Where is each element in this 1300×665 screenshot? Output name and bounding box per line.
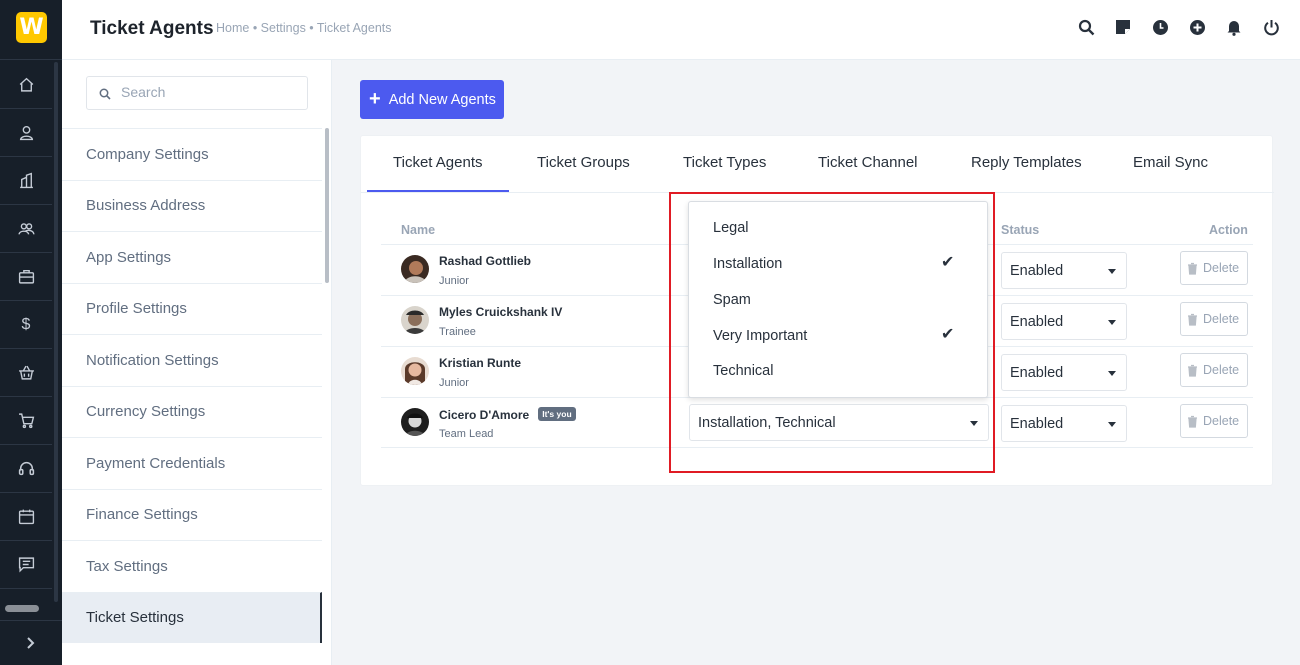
- briefcase-icon[interactable]: [0, 253, 52, 301]
- bell-icon[interactable]: [1225, 18, 1243, 36]
- menu-item-finance-settings[interactable]: Finance Settings: [62, 488, 322, 541]
- plus-icon: +: [369, 87, 381, 110]
- settings-tabs: Ticket Agents Ticket Groups Ticket Types…: [361, 136, 1274, 193]
- tab-ticket-agents[interactable]: Ticket Agents: [367, 154, 508, 192]
- breadcrumb: Home • Settings • Ticket Agents: [216, 21, 392, 35]
- dollar-glyph: $: [21, 315, 31, 333]
- home-icon[interactable]: [0, 61, 52, 109]
- status-select[interactable]: Enabled: [1001, 303, 1127, 340]
- status-value: Enabled: [1010, 415, 1064, 432]
- calendar-icon[interactable]: [0, 493, 52, 541]
- trash-icon: [1188, 313, 1197, 326]
- caret-down-icon: [1108, 269, 1116, 274]
- add-new-agents-button[interactable]: + Add New Agents: [360, 80, 504, 119]
- menu-item-payment-credentials[interactable]: Payment Credentials: [62, 437, 322, 489]
- menu-item-company-settings[interactable]: Company Settings: [62, 128, 322, 180]
- search-icon: [99, 88, 111, 100]
- status-value: Enabled: [1010, 262, 1064, 279]
- caret-down-icon: [1108, 371, 1116, 376]
- tab-reply-templates[interactable]: Reply Templates: [971, 154, 1082, 171]
- trash-icon: [1188, 415, 1197, 428]
- plus-circle-icon[interactable]: [1188, 18, 1206, 36]
- tab-ticket-types[interactable]: Ticket Types: [683, 154, 766, 171]
- search-input[interactable]: [121, 84, 291, 100]
- user-icon[interactable]: [0, 109, 52, 157]
- agent-name: Rashad Gottlieb: [439, 254, 532, 268]
- header-actions: [1077, 18, 1280, 36]
- menu-item-business-address[interactable]: Business Address: [62, 179, 322, 232]
- column-header-action: Action: [1209, 223, 1248, 237]
- search-icon[interactable]: [1077, 18, 1095, 36]
- tab-email-sync[interactable]: Email Sync: [1133, 154, 1208, 171]
- status-value: Enabled: [1010, 364, 1064, 381]
- column-header-status: Status: [1001, 223, 1040, 237]
- dollar-icon[interactable]: $: [0, 301, 52, 349]
- clock-icon[interactable]: [1151, 18, 1169, 36]
- tab-ticket-channel[interactable]: Ticket Channel: [818, 154, 918, 171]
- chevron-right-icon: [27, 637, 35, 649]
- rail-scrollbar[interactable]: [54, 62, 58, 602]
- avatar: [401, 357, 429, 385]
- delete-button[interactable]: Delete: [1180, 404, 1248, 438]
- its-you-badge: It's you: [538, 407, 576, 421]
- app-logo[interactable]: W: [0, 0, 62, 60]
- caret-down-icon: [1108, 320, 1116, 325]
- menu-item-ticket-settings[interactable]: Ticket Settings: [62, 591, 322, 643]
- agent-role: Junior: [439, 275, 469, 287]
- building-icon[interactable]: [0, 157, 52, 205]
- column-header-name: Name: [401, 223, 436, 237]
- delete-label: Delete: [1203, 312, 1240, 326]
- trash-icon: [1188, 364, 1197, 377]
- basket-icon[interactable]: [0, 349, 52, 397]
- delete-label: Delete: [1203, 261, 1240, 275]
- delete-button[interactable]: Delete: [1180, 353, 1248, 387]
- menu-item-tax-settings[interactable]: Tax Settings: [62, 540, 322, 592]
- settings-menu: Company Settings Business Address App Se…: [62, 128, 322, 643]
- status-select[interactable]: Enabled: [1001, 252, 1127, 289]
- expand-sidebar-button[interactable]: [0, 620, 62, 665]
- agent-name: Kristian Runte: [439, 356, 522, 370]
- settings-scrollbar[interactable]: [325, 128, 329, 283]
- avatar: [401, 408, 429, 436]
- status-select[interactable]: Enabled: [1001, 405, 1127, 442]
- menu-item-notification-settings[interactable]: Notification Settings: [62, 334, 322, 386]
- icon-rail: W $: [0, 0, 62, 665]
- trash-icon: [1188, 262, 1197, 275]
- page-title: Ticket Agents: [90, 18, 214, 39]
- delete-label: Delete: [1203, 414, 1240, 428]
- status-select[interactable]: Enabled: [1001, 354, 1127, 391]
- users-icon[interactable]: [0, 205, 52, 253]
- delete-button[interactable]: Delete: [1180, 302, 1248, 336]
- avatar: [401, 255, 429, 283]
- rail-horizontal-scrollbar[interactable]: [5, 605, 39, 612]
- menu-item-profile-settings[interactable]: Profile Settings: [62, 282, 322, 335]
- logo-mark[interactable]: W: [16, 12, 47, 43]
- agent-role: Trainee: [439, 326, 476, 338]
- menu-item-app-settings[interactable]: App Settings: [62, 231, 322, 283]
- cart-icon[interactable]: [0, 397, 52, 445]
- delete-button[interactable]: Delete: [1180, 251, 1248, 285]
- agent-name: Myles Cruickshank IV: [439, 305, 563, 319]
- power-icon[interactable]: [1262, 18, 1280, 36]
- headset-icon[interactable]: [0, 445, 52, 493]
- top-header: Ticket Agents Home • Settings • Ticket A…: [62, 0, 1300, 60]
- tab-ticket-groups[interactable]: Ticket Groups: [537, 154, 630, 171]
- delete-label: Delete: [1203, 363, 1240, 377]
- add-button-label: Add New Agents: [388, 91, 496, 108]
- menu-item-currency-settings[interactable]: Currency Settings: [62, 385, 322, 438]
- highlight-box: [669, 192, 995, 473]
- avatar: [401, 306, 429, 334]
- caret-down-icon: [1108, 422, 1116, 427]
- agent-role: Team Lead: [439, 428, 494, 440]
- status-value: Enabled: [1010, 313, 1064, 330]
- agent-role: Junior: [439, 377, 469, 389]
- settings-sidebar: Company Settings Business Address App Se…: [62, 60, 332, 665]
- sticky-note-icon[interactable]: [1114, 18, 1132, 36]
- agent-name: Cicero D'Amore It's you: [439, 407, 576, 422]
- settings-search[interactable]: [86, 76, 308, 110]
- agent-name-text: Cicero D'Amore: [439, 408, 530, 422]
- message-icon[interactable]: [0, 541, 52, 589]
